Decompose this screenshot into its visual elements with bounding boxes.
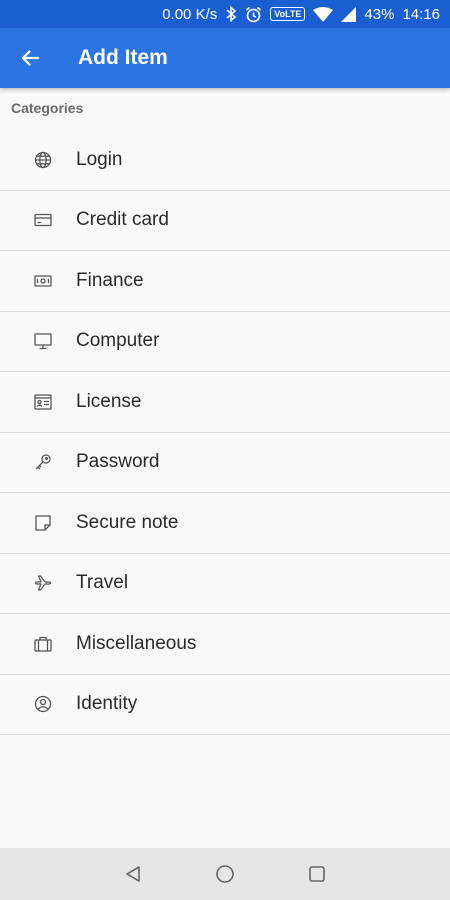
triangle-back-icon	[126, 866, 140, 882]
key-icon	[33, 452, 53, 472]
network-speed: 0.00 K/s	[162, 5, 218, 23]
system-nav-bar	[0, 848, 450, 900]
back-button[interactable]	[0, 28, 60, 88]
category-item-password[interactable]: Password	[0, 433, 450, 493]
status-bar: 0.00 K/s VoLTE 43% 14:16	[0, 0, 450, 28]
battery-level: 43%	[364, 5, 395, 23]
airplane-icon	[33, 573, 53, 593]
nav-recents-button[interactable]	[271, 848, 363, 900]
category-item-travel[interactable]: Travel	[0, 554, 450, 614]
category-item-finance[interactable]: Finance	[0, 251, 450, 312]
banknote-icon	[33, 271, 53, 291]
briefcase-icon	[33, 634, 53, 654]
category-label: Finance	[76, 269, 144, 291]
categories-header: Categories	[11, 100, 84, 116]
nav-home-button[interactable]	[179, 848, 271, 900]
category-item-credit-card[interactable]: Credit card	[0, 191, 450, 251]
credit-card-icon	[33, 210, 53, 230]
globe-icon	[33, 150, 53, 170]
category-label: Credit card	[76, 209, 169, 231]
arrow-back-icon	[21, 50, 40, 66]
square-recents-icon	[309, 866, 325, 882]
category-label: Password	[76, 451, 160, 473]
person-circle-icon	[33, 694, 53, 714]
category-list: Login Credit card Finance Computer Licen…	[0, 130, 450, 735]
category-label: Travel	[76, 572, 129, 594]
app-bar: Add Item	[0, 28, 450, 88]
category-label: Login	[76, 148, 123, 170]
category-label: License	[76, 390, 142, 412]
bluetooth-icon	[225, 6, 237, 22]
nav-back-button[interactable]	[87, 848, 179, 900]
category-label: Identity	[76, 693, 138, 715]
clock: 14:16	[402, 5, 440, 23]
category-item-computer[interactable]: Computer	[0, 312, 450, 372]
note-icon	[33, 513, 53, 533]
wifi-icon	[313, 6, 334, 22]
category-label: Miscellaneous	[76, 632, 197, 654]
page-title: Add Item	[78, 46, 168, 69]
category-label: Computer	[76, 330, 160, 352]
circle-home-icon	[216, 865, 234, 883]
volte-badge: VoLTE	[270, 7, 306, 21]
category-item-miscellaneous[interactable]: Miscellaneous	[0, 614, 450, 675]
cell-signal-icon	[341, 6, 357, 22]
category-label: Secure note	[76, 511, 179, 533]
monitor-icon	[33, 331, 53, 351]
category-item-identity[interactable]: Identity	[0, 675, 450, 735]
category-item-license[interactable]: License	[0, 372, 450, 433]
alarm-icon	[245, 6, 262, 23]
category-item-secure-note[interactable]: Secure note	[0, 493, 450, 554]
category-item-login[interactable]: Login	[0, 130, 450, 191]
id-card-icon	[33, 392, 53, 412]
